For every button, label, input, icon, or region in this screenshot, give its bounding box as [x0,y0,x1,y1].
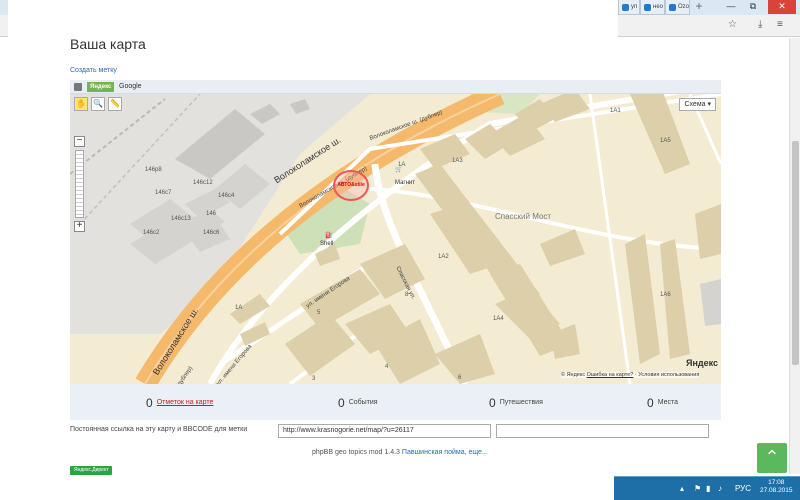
zoom-out-button[interactable]: − [74,136,85,147]
close-window-button[interactable]: ✕ [768,0,796,14]
building-label: 5 [317,310,321,316]
credit-text: phpBB geo topics mod 1.4.3 [312,449,402,456]
permalink-url-field[interactable]: http://www.krasnogorie.net/map/?u=26117 [278,424,491,438]
browser-tab-2[interactable]: нео [640,0,665,15]
page-scrollbar[interactable] [789,38,800,474]
building-label: 6 [458,375,462,381]
language-indicator[interactable]: РУС [735,484,751,493]
map-type-dropdown[interactable]: Схема ▾ [679,98,716,111]
tray-arrow-icon[interactable]: ▴ [680,484,684,493]
building-label: 8 [405,292,409,298]
system-clock[interactable]: 17:08 27.08.2015 [760,479,793,495]
clock-time: 17:08 [768,479,785,486]
building-label: 146с4 [218,193,235,199]
stat-markers-link[interactable]: Отметок на карте [157,399,214,406]
provider-yandex-tab[interactable]: Яндекс [87,82,115,92]
building-label: 146с7 [155,190,172,196]
download-icon[interactable]: ⤓ [758,19,762,30]
stat-count: 0 [146,395,153,410]
fuel-icon: ⛽ [325,233,333,239]
browser-tab-title: нео [653,4,663,10]
poi-label-magnit: Магнит [395,180,416,186]
map-settings-icon[interactable] [74,83,82,91]
terms-link[interactable]: · Условия использования [635,372,699,378]
scroll-to-top-button[interactable]: ⌃ [757,443,787,473]
building-label: 146с13 [171,216,191,222]
star-icon[interactable]: ☆ [728,19,737,30]
building-label: 1А4 [493,316,504,322]
poi-label-shell: Shell [320,241,334,247]
browser-tab-title: Ozo [678,4,690,10]
zoom-control[interactable]: − + [74,136,85,232]
stat-events: 0 События [338,394,378,412]
stat-trips: 0 Путешествия [489,394,543,412]
map-marker[interactable]: АВТО&stile [333,170,369,201]
volume-icon[interactable]: ♪ [718,484,722,493]
stat-label: Путешествия [499,399,543,407]
scrollbar-thumb[interactable] [792,141,799,365]
building-label: 3 [312,376,316,382]
map-canvas[interactable]: ✋ 🔍 📏 − + Схема ▾ Волоколамское ш. Волок… [70,94,721,384]
report-error-link[interactable]: Ошибка на карте? [587,372,634,378]
provider-google-tab[interactable]: Google [119,82,142,92]
clock-date: 27.08.2015 [760,487,793,494]
stat-markers: 0 Отметок на карте [146,394,213,412]
new-tab-button[interactable]: + [692,0,706,14]
building-label: 146 [206,211,217,217]
building-label: 1А [398,162,406,168]
yandex-logo: Яндекс [686,358,719,368]
ruler-tool-button[interactable]: 📏 [108,97,122,111]
browser-tab-3[interactable]: Ozo [665,0,690,15]
map-stats-bar: 0 Отметок на карте 0 События 0 Путешествия … [70,384,721,420]
footer-credit: phpBB geo topics mod 1.4.3 Павшинская по… [312,449,488,456]
stat-label: Места [657,399,679,407]
restore-button[interactable]: ⧉ [742,0,764,14]
tab-favicon [622,4,629,11]
tab-favicon [644,4,651,11]
building-label: 1А3 [452,158,463,164]
building-label: 1А [235,305,243,311]
stat-count: 0 [489,395,496,410]
magnifier-tool-button[interactable]: 🔍 [91,97,105,111]
building-label: 1А5 [660,138,671,144]
district-label: Спасский Мост [495,212,552,221]
stat-places: 0 Места [647,394,678,412]
permalink-label: Постоянная ссылка на эту карту и BBCODE … [70,426,248,433]
menu-icon[interactable]: ≡ [777,19,783,30]
minimize-button[interactable]: — [720,0,742,14]
stat-label: События [348,399,378,407]
building-label: 4 [385,364,389,370]
create-marker-link[interactable]: Создать метку [70,67,117,74]
credit-link[interactable]: Павшинская пойма, еще... [402,449,488,456]
building-label: 1А1 [610,108,621,114]
map-provider-bar: Яндекс Google [70,80,721,94]
stat-count: 0 [647,395,654,410]
flag-icon[interactable]: ⚑ [694,484,701,493]
browser-occluded-area [8,0,618,38]
building-label: 146с2 [143,230,160,236]
building-label: 1А6 [660,292,671,298]
building-label: 146с12 [193,180,213,186]
building-label: 1А2 [438,254,449,260]
stat-count: 0 [338,395,345,410]
zoom-slider-track[interactable] [75,150,84,218]
bbcode-field[interactable] [496,424,709,438]
pan-tool-button[interactable]: ✋ [74,97,88,111]
copyright-text: © Яндекс [561,372,586,378]
network-icon[interactable]: ▮ [706,484,710,493]
browser-tab-title: уп [631,4,638,10]
building-label: 146р8 [145,167,162,173]
map-copyright: © Яндекс Ошибка на карте? · Условия испо… [561,372,700,378]
map-tiles [70,94,721,384]
page-title: Ваша карта [70,36,146,52]
browser-tab-1[interactable]: уп [618,0,640,15]
yandex-direct-badge[interactable]: Яндекс.Директ [70,466,113,475]
building-label: 146с6 [203,230,220,236]
zoom-in-button[interactable]: + [74,221,85,232]
tab-favicon [669,4,676,11]
